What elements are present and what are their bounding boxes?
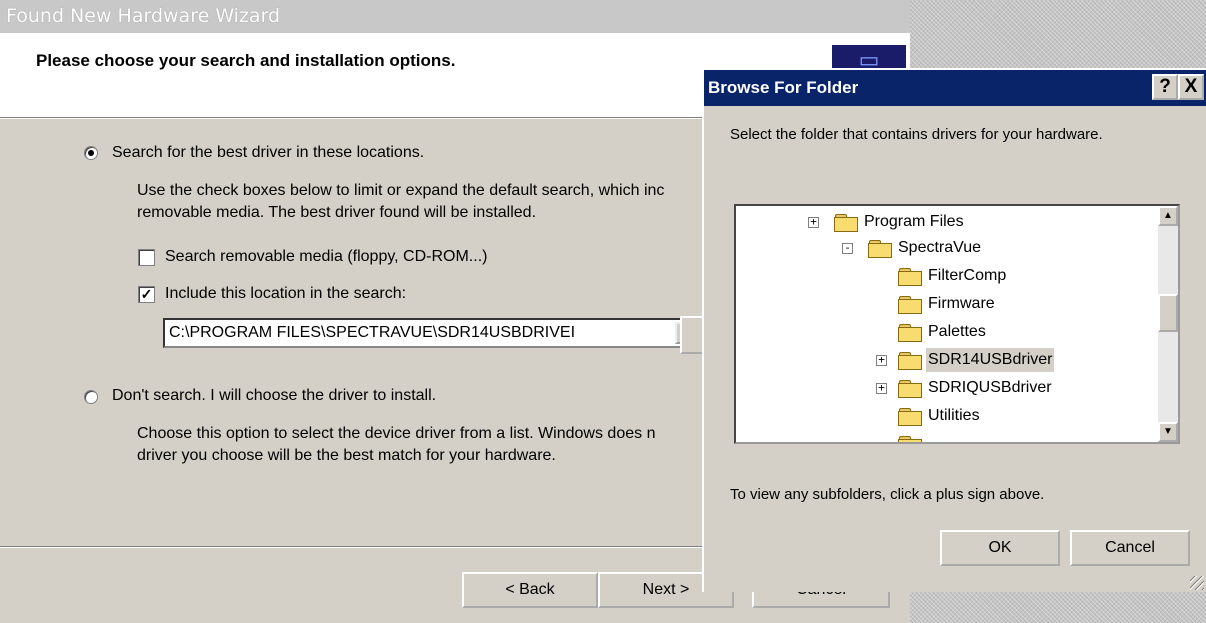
- folder-icon: [898, 267, 922, 286]
- include-location-checkbox[interactable]: ✓: [138, 286, 155, 303]
- resize-grip-icon[interactable]: [1190, 576, 1204, 590]
- dont-search-description-line2: driver you choose will be the best match…: [137, 447, 556, 464]
- folder-icon: [898, 435, 922, 442]
- folder-tree[interactable]: + Program Files - SpectraVue FilterComp …: [734, 204, 1180, 444]
- folder-icon: [898, 351, 922, 370]
- tree-item-program-files[interactable]: + Program Files: [736, 210, 1156, 234]
- browse-for-folder-dialog: Browse For Folder ? X Select the folder …: [702, 68, 1206, 592]
- scroll-up-icon[interactable]: ▲: [1158, 206, 1178, 226]
- location-value: C:\PROGRAM FILES\SPECTRAVUE\SDR14USBDRIV…: [169, 324, 576, 341]
- folder-icon: [898, 379, 922, 398]
- help-button[interactable]: ?: [1152, 74, 1178, 100]
- search-option-label: Search for the best driver in these loca…: [112, 144, 425, 161]
- wizard-heading: Please choose your search and installati…: [36, 51, 456, 70]
- browse-instruction: Select the folder that contains drivers …: [730, 126, 1103, 143]
- tree-item-filtercomp[interactable]: FilterComp: [736, 264, 1156, 288]
- expand-plus-icon[interactable]: +: [808, 216, 819, 228]
- browse-title-bar: Browse For Folder ? X: [704, 70, 1206, 106]
- ok-button[interactable]: OK: [940, 530, 1060, 566]
- folder-icon: [898, 407, 922, 426]
- scroll-thumb[interactable]: [1158, 294, 1178, 332]
- dont-search-option-radio[interactable]: [84, 390, 98, 404]
- include-location-label: Include this location in the search:: [165, 285, 407, 302]
- tree-item-label: Utilities: [928, 407, 980, 424]
- tree-item-spectravue[interactable]: - SpectraVue: [736, 236, 1156, 260]
- dont-search-option-label: Don't search. I will choose the driver t…: [112, 387, 437, 404]
- dont-search-description-line1: Choose this option to select the device …: [137, 425, 656, 442]
- tree-item-sdriqusbdriver[interactable]: + SDRIQUSBdriver: [736, 376, 1156, 400]
- search-option-description-line2: removable media. The best driver found w…: [137, 204, 537, 221]
- tree-item-firmware[interactable]: Firmware: [736, 292, 1156, 316]
- expand-plus-icon[interactable]: +: [876, 382, 887, 394]
- tree-item-label: Firmware: [928, 295, 995, 312]
- tree-item-label: FilterComp: [928, 267, 1007, 284]
- search-option-description-line1: Use the check boxes below to limit or ex…: [137, 182, 665, 199]
- tree-item-label: Palettes: [928, 323, 986, 340]
- folder-icon: [834, 213, 858, 232]
- tree-item-label: Program Files: [864, 213, 964, 230]
- tree-item-sdr14usbdriver[interactable]: + SDR14USBdriver: [736, 348, 1156, 372]
- browse-hint: To view any subfolders, click a plus sig…: [730, 486, 1045, 503]
- tree-item-label: SpectraVue: [898, 239, 982, 256]
- collapse-minus-icon[interactable]: -: [842, 242, 853, 254]
- tree-item-label: SDR14USBdriver: [926, 348, 1055, 372]
- browse-cancel-button[interactable]: Cancel: [1070, 530, 1190, 566]
- expand-plus-icon[interactable]: +: [876, 354, 887, 366]
- back-button[interactable]: < Back: [462, 572, 598, 608]
- removable-media-label: Search removable media (floppy, CD-ROM..…: [165, 248, 488, 265]
- search-option-radio[interactable]: [84, 146, 98, 160]
- location-combobox[interactable]: C:\PROGRAM FILES\SPECTRAVUE\SDR14USBDRIV…: [163, 318, 701, 348]
- wizard-title-bar: Found New Hardware Wizard: [0, 0, 910, 33]
- tree-item-label: SDRIQUSBdriver: [928, 379, 1052, 396]
- removable-media-checkbox[interactable]: [138, 249, 155, 266]
- close-button[interactable]: X: [1178, 74, 1204, 100]
- tree-item-partial: [736, 432, 1156, 442]
- tree-item-palettes[interactable]: Palettes: [736, 320, 1156, 344]
- scroll-down-icon[interactable]: ▼: [1158, 422, 1178, 442]
- browse-title: Browse For Folder: [708, 78, 859, 97]
- tree-scrollbar[interactable]: ▲ ▼: [1158, 206, 1178, 442]
- folder-icon: [898, 323, 922, 342]
- folder-icon: [898, 295, 922, 314]
- open-folder-icon: [868, 239, 892, 258]
- tree-item-utilities[interactable]: Utilities: [736, 404, 1156, 428]
